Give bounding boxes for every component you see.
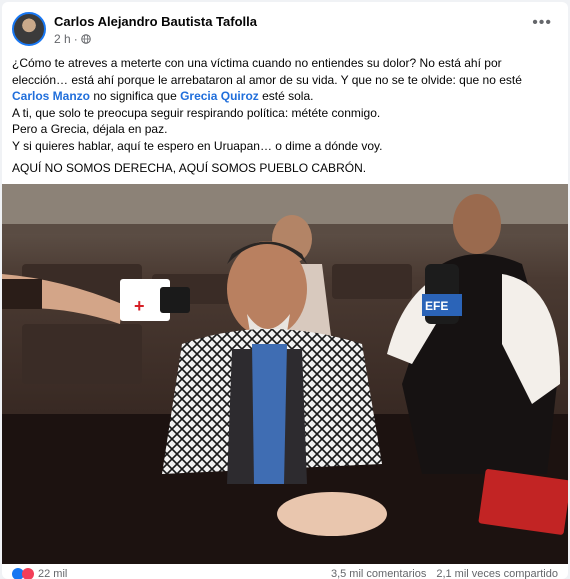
man-hands (277, 492, 387, 536)
post-footer: 22 mil 3,5 mil comentarios 2,1 mil veces… (12, 568, 558, 579)
text-segment: esté sola. (258, 89, 314, 103)
reaction-count[interactable]: 22 mil (38, 568, 67, 579)
photo-scene: + EFE (2, 184, 568, 564)
author-avatar[interactable] (12, 12, 46, 46)
love-icon (22, 568, 34, 579)
post-stats: 3,5 mil comentarios 2,1 mil veces compar… (331, 568, 558, 579)
woman-head (453, 194, 501, 254)
post-time[interactable]: 2 h (54, 32, 71, 46)
mention-carlos-manzo[interactable]: Carlos Manzo (12, 89, 90, 103)
mic2-label: EFE (425, 299, 448, 313)
post-card: Carlos Alejandro Bautista Tafolla 2 h · … (2, 2, 568, 579)
man-head (227, 241, 307, 337)
post-text: ¿Cómo te atreves a meterte con una vícti… (12, 55, 560, 177)
mention-grecia-quiroz[interactable]: Grecia Quiroz (180, 89, 259, 103)
shares-count[interactable]: 2,1 mil veces compartido (436, 568, 558, 579)
paragraph-4: Y si quieres hablar, aquí te espero en U… (12, 138, 383, 153)
more-dots-icon[interactable]: ••• (532, 15, 552, 31)
meta-separator: · (73, 32, 78, 46)
paragraph-3: Pero a Grecia, déjala en paz. (12, 122, 168, 136)
mic1-label: + (134, 296, 145, 316)
paragraph-2: A ti, que solo te preocupa seguir respir… (12, 105, 381, 120)
man-shirt (252, 344, 287, 484)
author-name[interactable]: Carlos Alejandro Bautista Tafolla (54, 14, 257, 29)
text-segment: no significa que (90, 89, 181, 103)
post-header: Carlos Alejandro Bautista Tafolla 2 h · … (12, 12, 558, 48)
globe-icon (80, 34, 91, 44)
text-segment: ¿Cómo te atreves a meterte con una vícti… (12, 56, 522, 87)
paragraph-1: ¿Cómo te atreves a meterte con una vícti… (12, 55, 560, 105)
reactions[interactable]: 22 mil (12, 568, 67, 579)
comments-count[interactable]: 3,5 mil comentarios (331, 568, 426, 579)
paragraph-5: AQUÍ NO SOMOS DERECHA, AQUÍ SOMOS PUEBLO… (12, 161, 367, 175)
post-meta: 2 h · (54, 32, 91, 46)
post-photo[interactable]: + EFE (2, 184, 568, 564)
